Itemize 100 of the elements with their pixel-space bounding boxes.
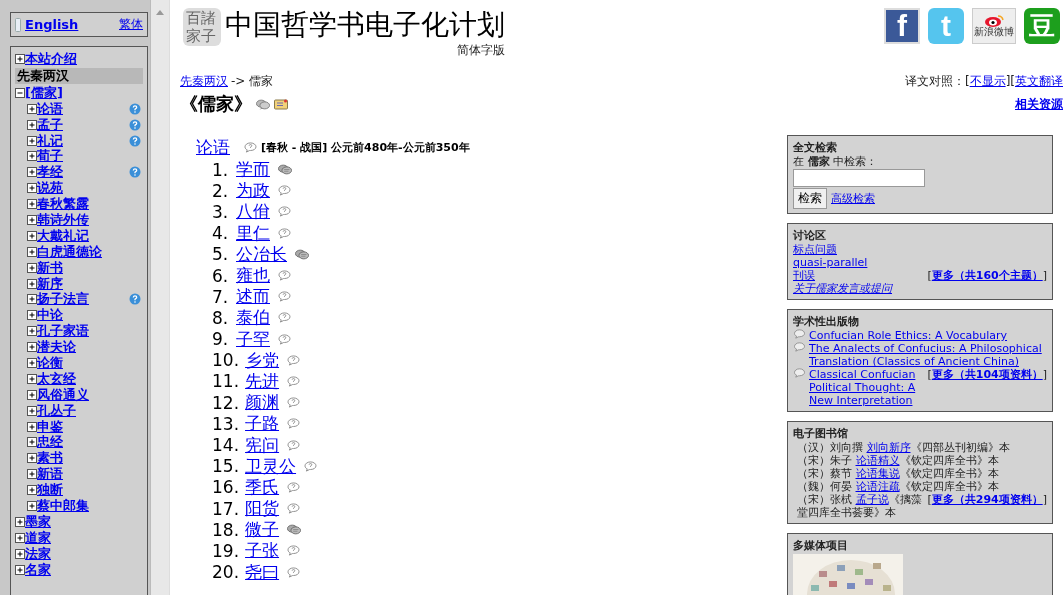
tree-link[interactable]: 新语 bbox=[37, 465, 63, 484]
chapter-link[interactable]: 八佾 bbox=[236, 200, 270, 224]
chapter-link[interactable]: 子路 bbox=[245, 412, 280, 436]
tree-link[interactable]: 风俗通义 bbox=[37, 385, 89, 404]
library-link[interactable]: 论语集说 bbox=[855, 467, 900, 480]
share-button[interactable]: f bbox=[884, 8, 920, 44]
chapter-link[interactable]: 先进 bbox=[245, 369, 280, 393]
search-button[interactable]: 检索 bbox=[793, 188, 827, 209]
toggle-icon[interactable] bbox=[27, 199, 37, 210]
toggle-icon[interactable] bbox=[27, 103, 37, 114]
question-bubble-icon[interactable] bbox=[304, 460, 318, 472]
toggle-icon[interactable] bbox=[15, 548, 25, 559]
tree-link[interactable]: 荀子 bbox=[37, 147, 63, 166]
tree-link[interactable]: 本站介绍 bbox=[25, 49, 77, 68]
chapter-link[interactable]: 为政 bbox=[236, 179, 270, 203]
share-button[interactable]: 新浪微博 bbox=[972, 8, 1016, 44]
tree-link[interactable]: 扬子法言 bbox=[37, 290, 89, 309]
toggle-icon[interactable] bbox=[27, 469, 37, 480]
toggle-icon[interactable] bbox=[27, 151, 37, 162]
library-link[interactable]: 论语精义 bbox=[855, 454, 900, 467]
toggle-icon[interactable] bbox=[27, 262, 37, 273]
more-link[interactable]: 更多（共104项资料） bbox=[931, 368, 1043, 381]
toggle-icon[interactable] bbox=[15, 87, 25, 98]
toggle-icon[interactable] bbox=[27, 342, 37, 353]
question-bubble-icon[interactable] bbox=[287, 566, 301, 578]
toggle-icon[interactable] bbox=[27, 485, 37, 496]
toggle-icon[interactable] bbox=[27, 357, 37, 368]
tree-link[interactable]: 蔡中郎集 bbox=[37, 497, 89, 515]
chapter-link[interactable]: 里仁 bbox=[236, 221, 270, 245]
toggle-icon[interactable] bbox=[27, 421, 37, 432]
chapter-link[interactable]: 公冶长 bbox=[236, 242, 287, 266]
tree-link[interactable]: 孔子家语 bbox=[37, 322, 89, 341]
question-bubble-icon[interactable] bbox=[278, 333, 291, 345]
chapter-link[interactable]: 尧曰 bbox=[245, 560, 280, 584]
toggle-icon[interactable] bbox=[27, 437, 37, 448]
tree-link[interactable]: [儒家] bbox=[25, 83, 63, 102]
chapter-link[interactable]: 颜渊 bbox=[245, 391, 280, 415]
help-icon[interactable] bbox=[129, 293, 141, 306]
question-bubble-icon[interactable] bbox=[278, 291, 291, 303]
discussion-icon[interactable] bbox=[256, 98, 270, 110]
library-link[interactable]: 孟子说 bbox=[855, 493, 889, 506]
tree-link[interactable]: 大戴礼记 bbox=[37, 226, 89, 245]
tree-link[interactable]: 道家 bbox=[25, 528, 51, 547]
tree-link[interactable]: 说苑 bbox=[37, 179, 63, 198]
toggle-icon[interactable] bbox=[15, 564, 25, 575]
topic-link[interactable]: 刊误 bbox=[793, 269, 815, 282]
tree-link[interactable]: 名家 bbox=[25, 560, 51, 579]
help-icon[interactable] bbox=[129, 134, 141, 147]
english-link[interactable]: English bbox=[25, 17, 79, 32]
chapter-link[interactable]: 泰伯 bbox=[236, 306, 270, 330]
question-bubble-icon[interactable] bbox=[287, 503, 301, 515]
question-bubble-icon[interactable] bbox=[278, 206, 291, 218]
tree-link[interactable]: 素书 bbox=[37, 449, 63, 468]
discussion-icon[interactable] bbox=[295, 248, 309, 260]
question-bubble-icon[interactable] bbox=[287, 481, 301, 493]
chapter-link[interactable]: 季氏 bbox=[245, 475, 280, 499]
help-icon[interactable] bbox=[129, 166, 141, 179]
tree-link[interactable]: 论语 bbox=[37, 99, 63, 118]
chapter-link[interactable]: 乡党 bbox=[245, 348, 280, 372]
question-bubble-icon[interactable] bbox=[278, 312, 291, 324]
tree-link[interactable]: 中论 bbox=[37, 306, 63, 325]
tree-link[interactable]: 论衡 bbox=[37, 354, 63, 372]
chapter-link[interactable]: 宪问 bbox=[245, 433, 280, 457]
library-link[interactable]: 论语注疏 bbox=[855, 480, 900, 493]
tree-link[interactable]: 孟子 bbox=[37, 115, 63, 134]
toggle-icon[interactable] bbox=[27, 183, 37, 194]
question-bubble-icon[interactable] bbox=[278, 185, 291, 197]
toggle-icon[interactable] bbox=[27, 167, 37, 178]
tree-link[interactable]: 墨家 bbox=[25, 512, 51, 531]
toggle-icon[interactable] bbox=[27, 405, 37, 416]
toggle-icon[interactable] bbox=[27, 310, 37, 321]
help-icon[interactable] bbox=[129, 118, 141, 131]
tree-link[interactable]: 孝经 bbox=[37, 163, 63, 182]
toggle-icon[interactable] bbox=[27, 246, 37, 257]
library-link[interactable]: 刘向新序 bbox=[866, 441, 911, 454]
tree-link[interactable]: 礼记 bbox=[37, 131, 63, 150]
more-link[interactable]: 更多（共294项资料） bbox=[931, 493, 1043, 506]
breadcrumb-link[interactable]: 先秦两汉 bbox=[180, 73, 228, 90]
tree-link[interactable]: 太玄经 bbox=[37, 369, 76, 388]
toggle-icon[interactable] bbox=[27, 373, 37, 384]
tree-link[interactable]: 潜夫论 bbox=[37, 338, 76, 357]
question-bubble-icon[interactable] bbox=[287, 545, 301, 557]
translation-link[interactable]: 不显示 bbox=[969, 74, 1006, 88]
chapter-link[interactable]: 微子 bbox=[245, 518, 280, 542]
chapter-link[interactable]: 阳货 bbox=[245, 497, 280, 521]
topic-link[interactable]: quasi-parallel bbox=[793, 256, 868, 269]
tree-link[interactable]: 白虎通德论 bbox=[37, 242, 102, 261]
publication-link[interactable]: Classical Confucian Political Thought: A New Interpretation bbox=[809, 368, 925, 407]
tree-link[interactable]: 新书 bbox=[37, 258, 63, 277]
tree-link[interactable]: 忠经 bbox=[37, 433, 63, 452]
question-bubble-icon[interactable] bbox=[287, 354, 301, 366]
toggle-icon[interactable] bbox=[27, 135, 37, 146]
chapter-link[interactable]: 卫灵公 bbox=[245, 454, 297, 478]
publication-link[interactable]: The Analects of Confucius: A Philosophical Translation (Classics of Ancient China) bbox=[809, 342, 1047, 368]
chapter-link[interactable]: 学而 bbox=[236, 158, 270, 182]
question-bubble-icon[interactable] bbox=[287, 397, 301, 409]
chapter-link[interactable]: 子张 bbox=[245, 539, 280, 563]
toggle-icon[interactable] bbox=[27, 230, 37, 241]
question-bubble-icon[interactable] bbox=[287, 439, 301, 451]
publication-link[interactable]: Confucian Role Ethics: A Vocabulary bbox=[809, 329, 1047, 342]
